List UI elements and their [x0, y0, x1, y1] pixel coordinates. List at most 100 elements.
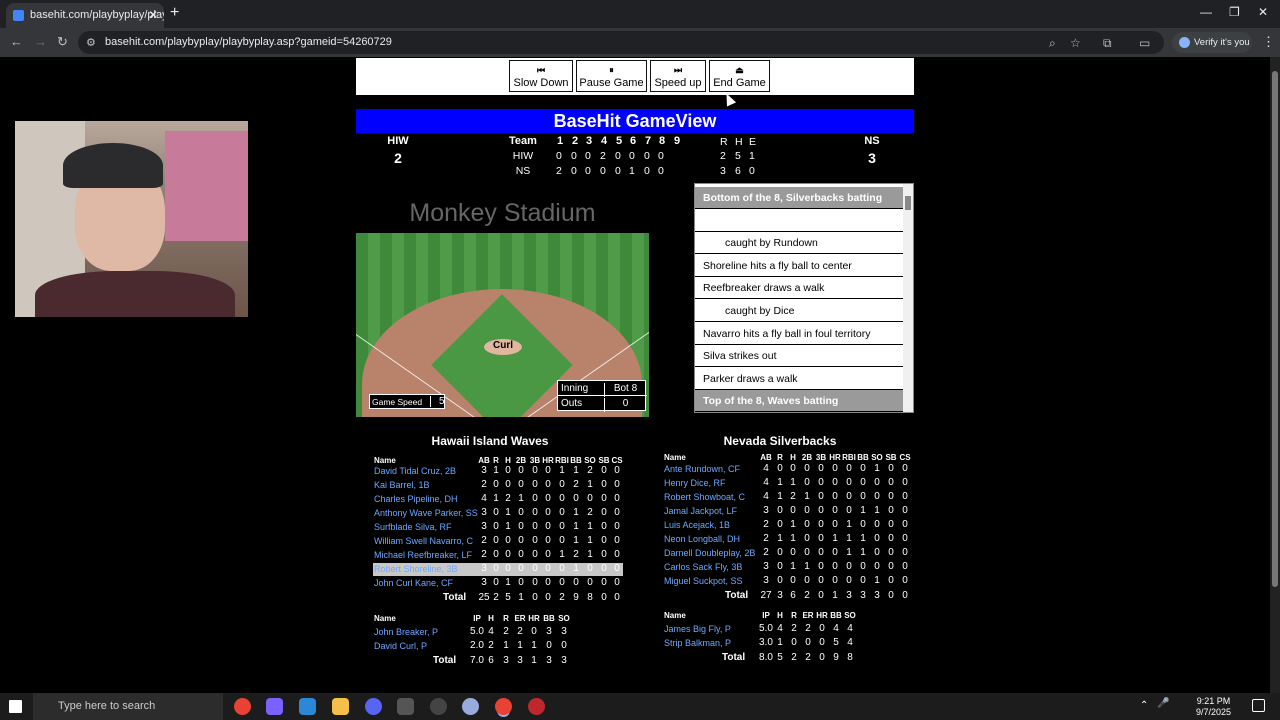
url-text[interactable]: basehit.com/playbyplay/playbyplay.asp?ga… [105, 36, 392, 48]
inning-header-8: 8 [658, 135, 666, 147]
fast-forward-icon: ⏭ [673, 65, 683, 75]
obs-icon[interactable] [528, 698, 545, 715]
taskbar-search-box[interactable]: Type here to search [33, 693, 223, 720]
menu-kebab-icon[interactable]: ⋮ [1262, 34, 1275, 50]
reload-icon[interactable]: ↻ [57, 34, 68, 50]
site-info-icon[interactable]: ⚙ [86, 36, 96, 49]
discord-icon[interactable] [365, 698, 382, 715]
pbp-inning-header: Bottom of the 8, Silverbacks batting [695, 187, 904, 209]
taskbar-clock[interactable]: 9:21 PM 9/7/2025 [1196, 696, 1231, 718]
close-window-icon[interactable]: ✕ [1258, 5, 1268, 19]
pbp-row: Silva strikes out [695, 345, 904, 368]
profile-verify-button[interactable]: Verify it's you [1172, 32, 1252, 53]
batting-stat: 0 [902, 463, 908, 474]
game-app-icon[interactable] [462, 698, 479, 715]
restore-icon[interactable]: ❐ [1229, 5, 1240, 19]
end-game-button[interactable]: ⏏ End Game [709, 60, 770, 92]
stadium-name: Monkey Stadium [409, 199, 596, 227]
pitching-total: 8 [847, 652, 853, 663]
forward-icon[interactable]: → [34, 34, 47, 49]
new-tab-icon[interactable]: + [170, 4, 179, 22]
batting-stat: 0 [614, 535, 620, 546]
player-link[interactable]: David Tidal Cruz, 2B [374, 466, 456, 476]
verify-label: Verify it's you [1194, 37, 1250, 48]
pitching-name-header: Name [664, 611, 686, 620]
minimize-icon[interactable]: — [1200, 5, 1212, 19]
store-icon[interactable] [299, 698, 316, 715]
player-link[interactable]: Luis Acejack, 1B [664, 520, 730, 530]
player-link[interactable]: Michael Reefbreaker, LF [374, 550, 472, 560]
player-link[interactable]: William Swell Navarro, C [374, 536, 473, 546]
sports-app-icon[interactable] [430, 698, 447, 715]
pitching-name-header: Name [374, 614, 396, 623]
pitcher-link[interactable]: James Big Fly, P [664, 624, 731, 634]
batting-total: 0 [614, 592, 620, 603]
bookmark-star-icon[interactable]: ☆ [1070, 36, 1081, 50]
player-link[interactable]: Surfblade Silva, RF [374, 522, 452, 532]
player-link[interactable]: Neon Longball, DH [664, 534, 740, 544]
close-tab-icon[interactable]: ✕ [148, 3, 158, 28]
batting-col-header: CS [611, 456, 623, 465]
player-link[interactable]: Henry Dice, RF [664, 478, 726, 488]
pitcher-link[interactable]: David Curl, P [374, 641, 427, 651]
pitching-col-header: HR [528, 614, 540, 623]
pbp-scrollbar[interactable] [903, 184, 913, 412]
home-runs: 3 [868, 150, 876, 166]
extensions-icon[interactable]: ⧉ [1103, 36, 1112, 51]
side-panel-icon[interactable]: ▭ [1139, 36, 1150, 50]
chrome-icon[interactable] [234, 698, 251, 715]
pause-game-button[interactable]: ⏸ Pause Game [576, 60, 647, 92]
player-link[interactable]: Miguel Suckpot, SS [664, 576, 743, 586]
chrome-active-icon[interactable] [495, 698, 512, 715]
linescore-cell: 0 [600, 165, 606, 177]
copilot-icon[interactable] [266, 698, 283, 715]
microphone-icon[interactable]: 🎤 [1157, 698, 1169, 712]
batting-stat: 0 [614, 507, 620, 518]
player-link[interactable]: Anthony Wave Parker, SS [374, 508, 478, 518]
linescore-cell: 0 [615, 165, 621, 177]
inning-header-3: 3 [585, 135, 593, 147]
linescore-team: NS [515, 165, 531, 177]
player-link[interactable]: Jamal Jackpot, LF [664, 506, 737, 516]
linescore-rhe: 1 [749, 150, 755, 162]
pitcher-link[interactable]: Strip Balkman, P [664, 638, 731, 648]
pitching-total: 3 [561, 655, 567, 666]
back-icon[interactable]: ← [10, 34, 23, 49]
app-icon[interactable] [397, 698, 414, 715]
omnibox[interactable]: ⚙ basehit.com/playbyplay/playbyplay.asp?… [78, 31, 1164, 54]
linescore-cell: 0 [571, 165, 577, 177]
page-scrollbar[interactable] [1270, 57, 1280, 693]
zoom-icon[interactable]: ⌕ [1049, 36, 1056, 51]
gameview-title: BaseHit GameView [356, 109, 914, 133]
player-link[interactable]: John Curl Kane, CF [374, 578, 453, 588]
slow-down-button[interactable]: ⏮ Slow Down [509, 60, 573, 92]
inning-header-5: 5 [615, 135, 623, 147]
player-link[interactable]: Robert Shoreline, 3B [374, 564, 458, 574]
player-link[interactable]: Kai Barrel, 1B [374, 480, 430, 490]
eject-icon: ⏏ [735, 65, 744, 75]
home-abbr: NS [864, 135, 880, 147]
taskbar-search-placeholder: Type here to search [58, 700, 156, 712]
game-controls: ⏮ Slow Down ⏸ Pause Game ⏭ Speed up ⏏ En… [356, 58, 914, 95]
speed-up-button[interactable]: ⏭ Speed up [650, 60, 706, 92]
tray-chevron-icon[interactable]: ⌃ [1140, 700, 1152, 712]
browser-tab[interactable]: basehit.com/playbyplay/playby ✕ [6, 3, 164, 28]
player-link[interactable]: Charles Pipeline, DH [374, 494, 458, 504]
notifications-icon[interactable] [1252, 699, 1265, 712]
inning-header-9: 9 [673, 135, 681, 147]
start-windows-icon[interactable] [9, 700, 22, 713]
player-link[interactable]: Robert Showboat, C [664, 492, 745, 502]
pitching-col-header: H [488, 614, 494, 623]
player-link[interactable]: Ante Rundown, CF [664, 464, 740, 474]
linescore-cell: 0 [556, 150, 562, 162]
player-link[interactable]: Darnell Doubleplay, 2B [664, 548, 755, 558]
batting-stat: 0 [902, 491, 908, 502]
file-explorer-icon[interactable] [332, 698, 349, 715]
page-scrollbar-thumb[interactable] [1272, 71, 1278, 587]
player-link[interactable]: Carlos Sack Fly, 3B [664, 562, 742, 572]
play-by-play-panel[interactable]: Bottom of the 8, Silverbacks batting caug… [694, 183, 914, 413]
pitcher-link[interactable]: John Breaker, P [374, 627, 438, 637]
pbp-row: caught by Dice [695, 300, 904, 322]
batting-stat: 0 [902, 561, 908, 572]
batting-stat: 0 [902, 533, 908, 544]
